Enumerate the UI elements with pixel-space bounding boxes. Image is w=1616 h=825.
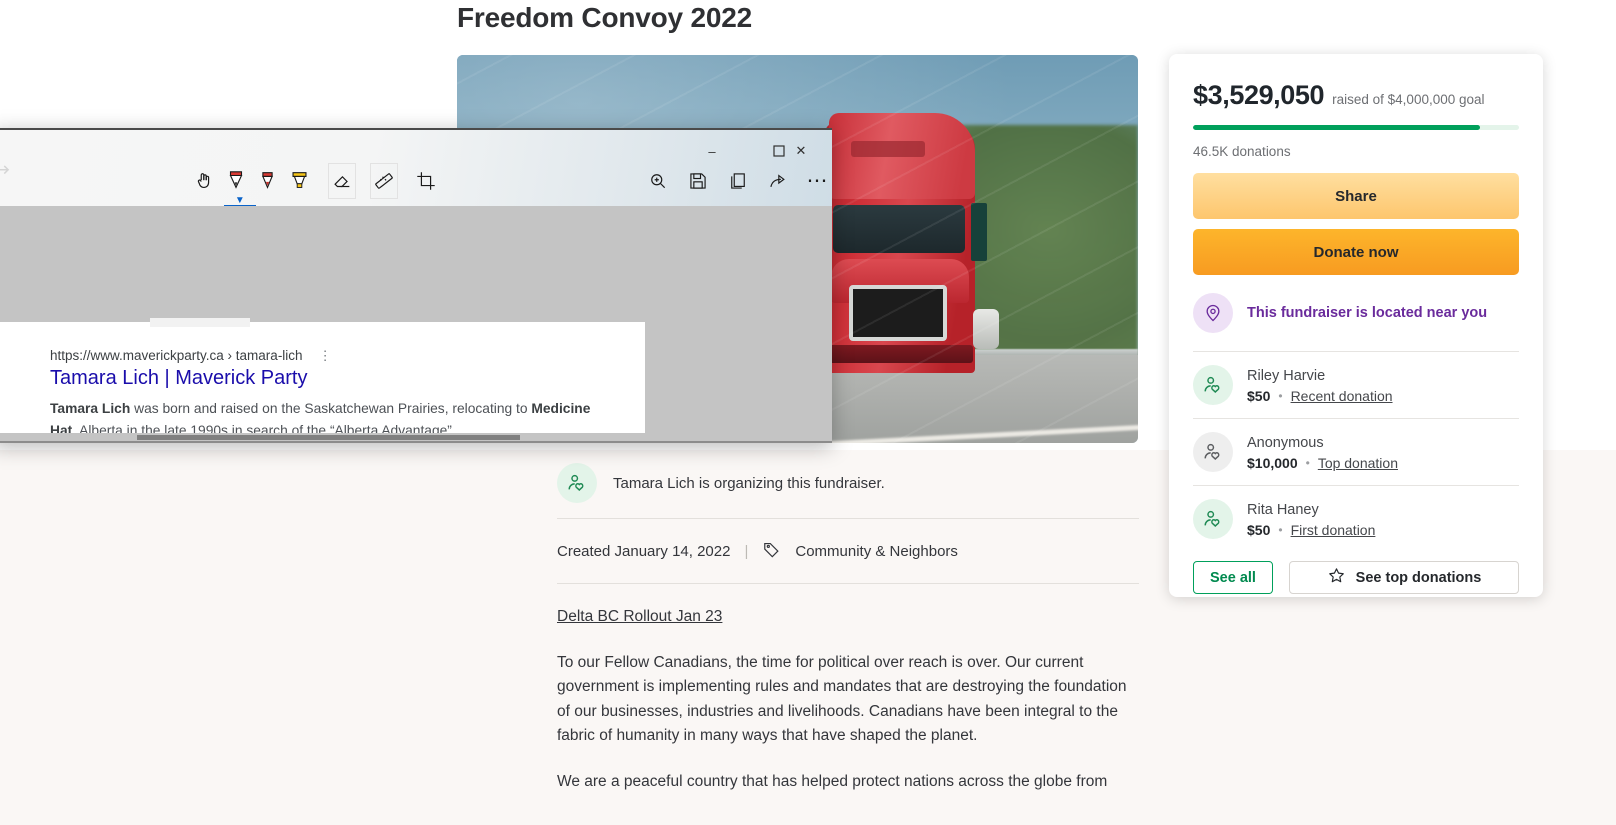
separator-dot: • (1305, 455, 1310, 470)
donor-meta: $10,000 • Top donation (1247, 455, 1398, 471)
donor-meta: $50 • Recent donation (1247, 388, 1393, 404)
horizontal-scrollbar-thumb[interactable] (137, 435, 520, 440)
more-icon[interactable]: ⋯ (804, 163, 832, 199)
snippet-mid-1: was born and raised on the Saskatchewan … (130, 401, 532, 416)
zoom-icon[interactable] (644, 163, 672, 199)
story-update-link[interactable]: Delta BC Rollout Jan 23 (557, 605, 722, 629)
save-icon[interactable] (684, 163, 712, 199)
progress-bar (1193, 125, 1519, 130)
see-top-donations-label: See top donations (1355, 569, 1482, 586)
copy-icon[interactable] (724, 163, 752, 199)
see-all-button[interactable]: See all (1193, 561, 1273, 594)
donation-tag[interactable]: Top donation (1318, 455, 1398, 471)
near-you-row: This fundraiser is located near you (1193, 293, 1519, 351)
campaign-category[interactable]: Community & Neighbors (795, 543, 958, 560)
near-you-text: This fundraiser is located near you (1247, 305, 1488, 321)
clipped-text-above (150, 318, 250, 327)
search-result-url-row: https://www.maverickparty.ca › tamara-li… (50, 348, 332, 363)
snippet-bold-1: Tamara Lich (50, 401, 131, 416)
goal-text: raised of $4,000,000 goal (1332, 92, 1485, 107)
campaign-meta-row: Created January 14, 2022 | Community & N… (557, 540, 958, 563)
snipping-tool-window: – ✕ ▼ ⋯ https://www.maverickparty.ca › t… (0, 128, 832, 443)
story-paragraph-2: We are a peaceful country that has helpe… (557, 772, 1108, 790)
share-icon[interactable] (764, 163, 792, 199)
google-search-result-card: https://www.maverickparty.ca › tamara-li… (0, 318, 645, 443)
donor-info: Rita Haney $50 • First donation (1247, 501, 1375, 538)
amount-row: $3,529,050 raised of $4,000,000 goal (1193, 80, 1519, 111)
donation-card: $3,529,050 raised of $4,000,000 goal 46.… (1169, 54, 1543, 597)
donate-now-button[interactable]: Donate now (1193, 229, 1519, 275)
separator-dot: • (1278, 522, 1283, 537)
page-title: Freedom Convoy 2022 (457, 2, 752, 33)
divider-below-meta (557, 583, 1139, 584)
crop-icon[interactable] (412, 163, 440, 199)
touch-writing-icon[interactable] (190, 163, 218, 199)
donor-info: Riley Harvie $50 • Recent donation (1247, 367, 1393, 404)
card-actions: See all See top donations (1193, 561, 1519, 594)
screenshot-root: Freedom Convoy 2022 Tamara Lich is organ… (0, 0, 1616, 825)
share-button[interactable]: Share (1193, 173, 1519, 219)
location-pin-icon (1193, 293, 1233, 333)
donation-list: Riley Harvie $50 • Recent donation Anonymous… (1193, 351, 1519, 552)
donation-row: Riley Harvie $50 • Recent donation (1193, 351, 1519, 418)
tag-icon (762, 540, 781, 563)
campaign-story: Delta BC Rollout Jan 23 To our Fellow Ca… (557, 605, 1142, 816)
organizer-avatar-icon (557, 463, 597, 503)
donor-meta: $50 • First donation (1247, 522, 1375, 538)
donor-name: Riley Harvie (1247, 367, 1326, 384)
donor-name: Anonymous (1247, 434, 1324, 451)
donor-info: Anonymous $10,000 • Top donation (1247, 434, 1398, 471)
ruler-icon[interactable] (370, 163, 399, 199)
ballpoint-pen-icon[interactable]: ▼ (222, 163, 256, 208)
donation-row: Anonymous $10,000 • Top donation (1193, 418, 1519, 485)
window-bottom-border (0, 441, 832, 443)
see-top-donations-button[interactable]: See top donations (1289, 561, 1519, 594)
eraser-icon[interactable] (327, 163, 357, 199)
donor-name: Rita Haney (1247, 501, 1319, 518)
snipping-tool-toolbar: ▼ ⋯ (0, 158, 832, 208)
divider-above-meta (557, 518, 1139, 519)
donation-tag[interactable]: Recent donation (1291, 388, 1393, 404)
progress-bar-fill (1193, 125, 1480, 130)
story-paragraph-1: To our Fellow Canadians, the time for po… (557, 654, 1127, 744)
organizer-text: Tamara Lich is organizing this fundraise… (613, 474, 885, 492)
donor-avatar-icon (1193, 499, 1233, 539)
donations-count: 46.5K donations (1193, 144, 1291, 159)
donor-amount: $50 (1247, 387, 1271, 404)
separator-dot: • (1278, 388, 1283, 403)
meta-separator: | (744, 543, 749, 560)
donor-amount: $50 (1247, 521, 1271, 538)
snipping-tool-canvas: https://www.maverickparty.ca › tamara-li… (0, 206, 832, 443)
pencil-icon[interactable] (254, 163, 282, 199)
highlighter-icon[interactable] (286, 163, 314, 199)
search-result-url[interactable]: https://www.maverickparty.ca › tamara-li… (50, 348, 303, 363)
star-icon (1327, 566, 1346, 589)
chevron-down-icon[interactable]: ▼ (235, 195, 245, 206)
amount-raised: $3,529,050 (1193, 80, 1325, 110)
search-result-title[interactable]: Tamara Lich | Maverick Party (50, 367, 308, 390)
donor-amount: $10,000 (1247, 454, 1298, 471)
donor-avatar-icon (1193, 365, 1233, 405)
donor-avatar-icon (1193, 432, 1233, 472)
donation-row: Rita Haney $50 • First donation (1193, 485, 1519, 552)
donation-tag[interactable]: First donation (1291, 522, 1376, 538)
created-date: Created January 14, 2022 (557, 543, 731, 560)
organizer-row: Tamara Lich is organizing this fundraise… (557, 463, 885, 503)
kebab-menu-icon[interactable]: ⋮ (319, 349, 332, 362)
